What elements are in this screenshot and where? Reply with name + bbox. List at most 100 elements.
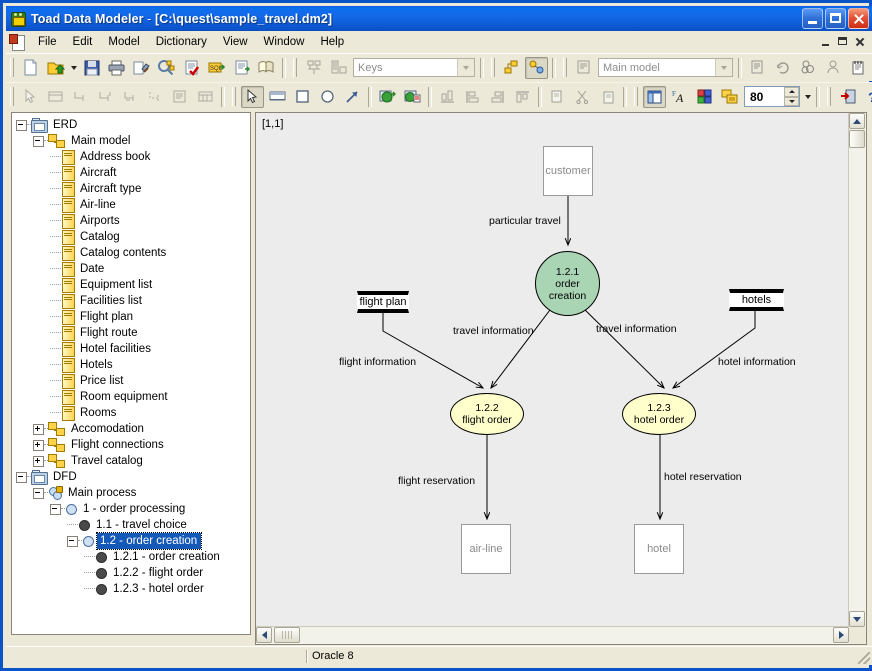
diagram-vertical-scrollbar[interactable]: [848, 113, 866, 627]
toolbar-grip-4[interactable]: [561, 57, 569, 78]
zoom-spin-buttons[interactable]: [784, 87, 799, 106]
open-dropdown-arrow[interactable]: [68, 57, 79, 79]
external-entity-air-line[interactable]: air-line: [461, 524, 511, 574]
users-icon[interactable]: [796, 57, 819, 79]
refresh-relations-icon[interactable]: [771, 57, 794, 79]
model-explorer-tree[interactable]: ERD Main model Address book Aircraft Aircraf…: [11, 112, 251, 635]
right-tools-grip[interactable]: [825, 86, 833, 107]
list-icon[interactable]: [746, 57, 769, 79]
tree-item[interactable]: Rooms: [12, 405, 250, 421]
data-store-tool-icon[interactable]: [266, 86, 289, 108]
print-icon[interactable]: [105, 57, 128, 79]
tree-item[interactable]: 1.1 - travel choice: [12, 517, 250, 533]
mdi-minimize-button[interactable]: [818, 34, 834, 49]
notes-icon[interactable]: [846, 57, 869, 79]
tree-item[interactable]: Air-line: [12, 197, 250, 213]
menu-item-dictionary[interactable]: Dictionary: [148, 33, 215, 51]
horizontal-scroll-thumb[interactable]: [274, 627, 300, 643]
new-document-icon[interactable]: [19, 57, 42, 79]
scroll-left-button[interactable]: [256, 627, 272, 643]
tree-item[interactable]: Catalog contents: [12, 245, 250, 261]
external-entity-customer[interactable]: customer: [543, 146, 593, 196]
process-1-2-3[interactable]: 1.2.3 hotel order: [622, 393, 696, 435]
select-cursor-icon[interactable]: [241, 85, 264, 108]
key-columns-icon[interactable]: [302, 57, 325, 79]
model-combo-chevron-down-icon[interactable]: [715, 59, 732, 76]
tree-item[interactable]: Catalog: [12, 229, 250, 245]
tree-item[interactable]: DFD: [12, 469, 250, 485]
external-entity-tool-icon[interactable]: [291, 86, 314, 108]
save-icon[interactable]: [80, 57, 103, 79]
process-1-2-1[interactable]: 1.2.1 order creation: [535, 251, 600, 316]
scroll-down-button[interactable]: [849, 611, 865, 627]
tree-expander[interactable]: [33, 487, 44, 499]
entities-icon[interactable]: [500, 57, 523, 79]
data-store-hotels[interactable]: hotels: [729, 289, 784, 311]
tree-item[interactable]: 1.2.2 - flight order: [12, 565, 250, 581]
tree-expander[interactable]: [16, 471, 27, 483]
verify-model-icon[interactable]: [180, 57, 203, 79]
tree-item[interactable]: Date: [12, 261, 250, 277]
help-icon[interactable]: ?: [861, 86, 872, 108]
tree-item[interactable]: Accomodation: [12, 421, 250, 437]
menu-item-window[interactable]: Window: [256, 33, 313, 51]
mdi-restore-button[interactable]: [835, 34, 851, 49]
zoom-increase-button[interactable]: [784, 87, 799, 97]
data-store-flight-plan[interactable]: flight plan: [357, 291, 409, 313]
scroll-up-button[interactable]: [849, 113, 865, 129]
tree-item[interactable]: ERD: [12, 117, 250, 133]
view-tools-grip[interactable]: [632, 86, 640, 107]
scroll-right-button[interactable]: [833, 627, 849, 643]
reverse-engineer-icon[interactable]: [155, 57, 178, 79]
data-flow-arrow-tool-icon[interactable]: [341, 86, 364, 108]
tree-item[interactable]: Main model: [12, 133, 250, 149]
tree-item[interactable]: Airports: [12, 213, 250, 229]
index-icon[interactable]: [327, 57, 350, 79]
keys-combo[interactable]: Keys: [353, 58, 475, 77]
zoom-dropdown-arrow[interactable]: [802, 86, 813, 108]
minimize-button[interactable]: [802, 8, 823, 29]
dfd-canvas[interactable]: [1,1] customer 1.2.1 order creation flig…: [256, 113, 849, 627]
tree-item[interactable]: Aircraft: [12, 165, 250, 181]
tree-item[interactable]: 1.2.1 - order creation: [12, 549, 250, 565]
menu-item-model[interactable]: Model: [100, 33, 147, 51]
toolbar-grip-2[interactable]: [291, 57, 299, 78]
zoom-spinner[interactable]: 80: [744, 86, 800, 107]
tree-expander[interactable]: [33, 439, 44, 451]
tree-item[interactable]: Equipment list: [12, 277, 250, 293]
sql-script-icon[interactable]: SQL: [205, 57, 228, 79]
menu-item-file[interactable]: File: [30, 33, 65, 51]
legend-icon[interactable]: [718, 86, 741, 108]
model-combo[interactable]: Main model: [598, 58, 733, 77]
globe-export-icon[interactable]: [376, 86, 399, 108]
tree-item[interactable]: Address book: [12, 149, 250, 165]
tree-expander[interactable]: [33, 423, 44, 435]
tree-item[interactable]: Facilities list: [12, 293, 250, 309]
relations-icon[interactable]: [525, 56, 548, 79]
toolbar-grip[interactable]: [8, 57, 16, 78]
menu-item-edit[interactable]: Edit: [65, 33, 101, 51]
build-hammer-icon[interactable]: [130, 57, 153, 79]
tree-expander[interactable]: [67, 535, 78, 547]
open-folder-icon[interactable]: [44, 57, 67, 79]
zoom-decrease-button[interactable]: [784, 96, 799, 106]
tree-expander[interactable]: [16, 119, 27, 131]
tree-item[interactable]: Price list: [12, 373, 250, 389]
menu-item-view[interactable]: View: [215, 33, 256, 51]
tree-item[interactable]: Hotel facilities: [12, 341, 250, 357]
tree-expander[interactable]: [33, 455, 44, 467]
keys-combo-chevron-down-icon[interactable]: [457, 59, 474, 76]
user-icon[interactable]: [821, 57, 844, 79]
colors-icon[interactable]: [693, 86, 716, 108]
tree-expander[interactable]: [50, 503, 61, 515]
tree-item[interactable]: 1 - order processing: [12, 501, 250, 517]
menu-item-help[interactable]: Help: [312, 33, 352, 51]
maximize-button[interactable]: [825, 8, 846, 29]
tree-item[interactable]: 1.2 - order creation: [12, 532, 250, 550]
external-entity-hotel[interactable]: hotel: [634, 524, 684, 574]
tree-item[interactable]: Room equipment: [12, 389, 250, 405]
process-1-2-2[interactable]: 1.2.2 flight order: [450, 393, 524, 435]
report-icon[interactable]: [230, 57, 253, 79]
process-circle-tool-icon[interactable]: [316, 86, 339, 108]
tree-item[interactable]: 1.2.3 - hotel order: [12, 581, 250, 597]
